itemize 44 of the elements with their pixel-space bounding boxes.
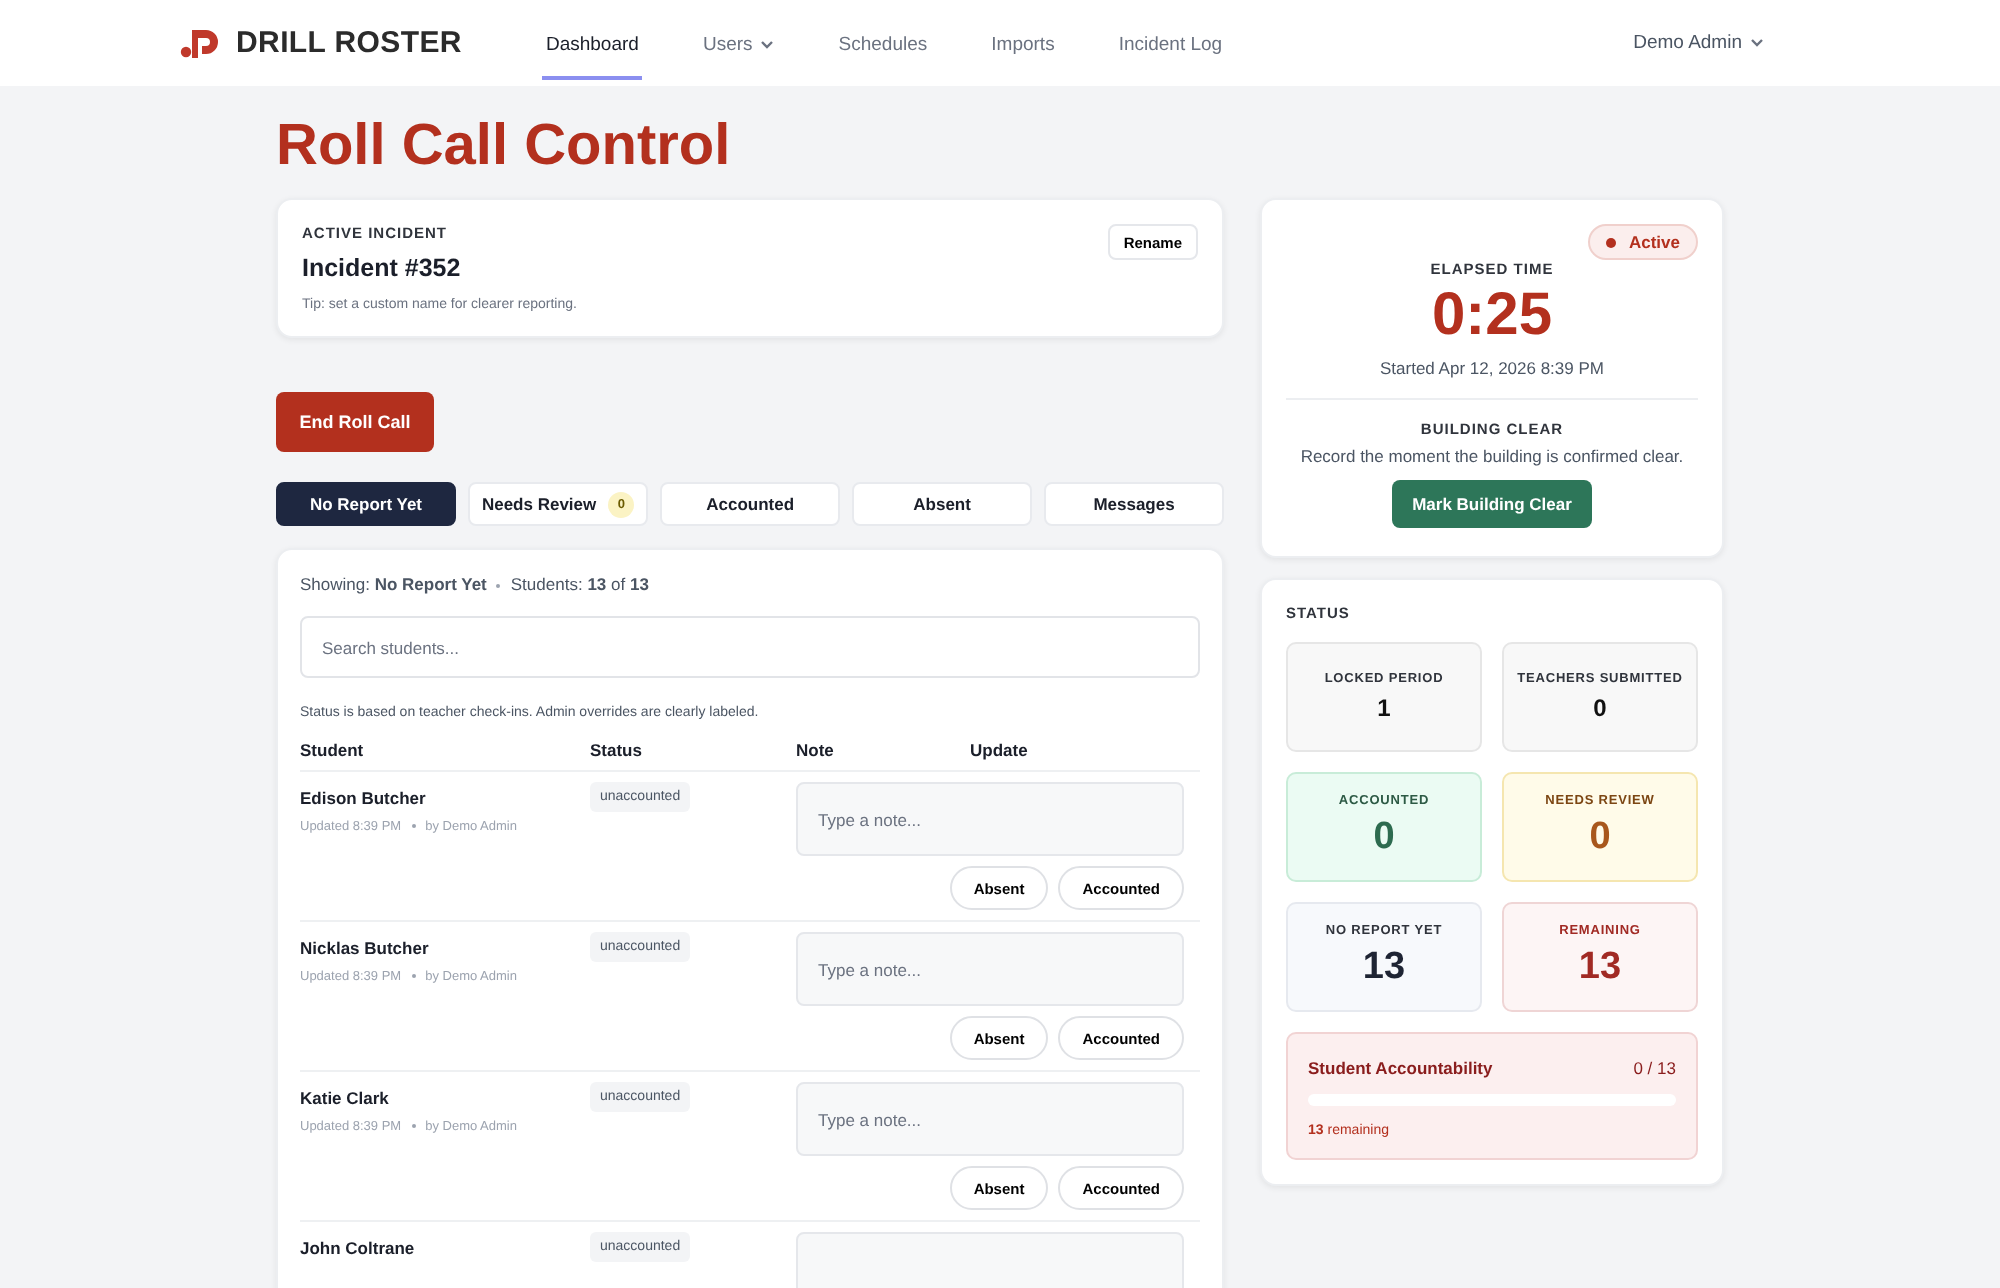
column-header: Status (590, 740, 644, 760)
stat-value: 13 (1578, 946, 1622, 990)
filter-tab[interactable]: No Report Yet (276, 482, 456, 526)
logo-icon (180, 27, 224, 59)
nav-link[interactable]: Users (698, 6, 779, 80)
note-field[interactable]: Type a note... (796, 1082, 1184, 1156)
student-name: Katie Clark (300, 1088, 391, 1108)
filter-tab[interactable]: Accounted (660, 482, 841, 526)
brand-name: DRILL ROSTER (236, 26, 462, 60)
showing-summary: Showing: No Report Yet Students: 13 of 13 (300, 574, 651, 594)
stat-value: 0 (1373, 816, 1395, 860)
student-name: Edison Butcher (300, 788, 428, 808)
user-menu[interactable]: Demo Admin (1633, 32, 1764, 54)
page-title: Roll Call Control (276, 114, 733, 180)
note-field[interactable]: Type a note... (796, 932, 1184, 1006)
column-header: Update (970, 740, 1030, 760)
mark-building-clear-button[interactable]: Mark Building Clear (1392, 480, 1592, 528)
nav-link[interactable]: Incident Log (1114, 6, 1227, 80)
student-name: Nicklas Butcher (300, 938, 431, 958)
stat-value: 1 (1377, 694, 1391, 722)
chevron-icon (1750, 38, 1764, 48)
nav-link[interactable]: Schedules (834, 6, 932, 80)
active-badge: Active (1588, 224, 1698, 260)
status-dot-icon (1606, 237, 1617, 247)
incident-name: Incident #352 (302, 254, 463, 282)
column-header: Student (300, 740, 366, 760)
nav-link[interactable]: Imports (987, 6, 1059, 80)
filter-tab[interactable]: Absent (852, 482, 1033, 526)
nav-link[interactable]: Dashboard (541, 6, 643, 80)
accountability-reading: 0 / 13 (1633, 1058, 1676, 1078)
column-header: Note (796, 740, 836, 760)
start-time: Started Apr 12, 2026 8:39 PM (1380, 358, 1604, 378)
stat-value: 0 (1593, 694, 1607, 722)
stat-value: 0 (1589, 816, 1611, 860)
note-field[interactable]: Type a note... (796, 782, 1184, 856)
filter-tab[interactable]: Messages (1044, 482, 1224, 526)
end-roll-call-button[interactable]: End Roll Call (276, 392, 434, 452)
student-name: John Coltrane (300, 1238, 417, 1258)
search-field[interactable]: Search students... (300, 616, 1200, 678)
elapsed-time: 0:25 (1431, 282, 1553, 350)
building-clear-text: Record the moment the building is confirmed clear. (1300, 446, 1684, 466)
accountability-title: Student Accountability (1308, 1058, 1493, 1078)
note-field[interactable] (796, 1232, 1184, 1288)
stat-value: 13 (1362, 946, 1406, 990)
